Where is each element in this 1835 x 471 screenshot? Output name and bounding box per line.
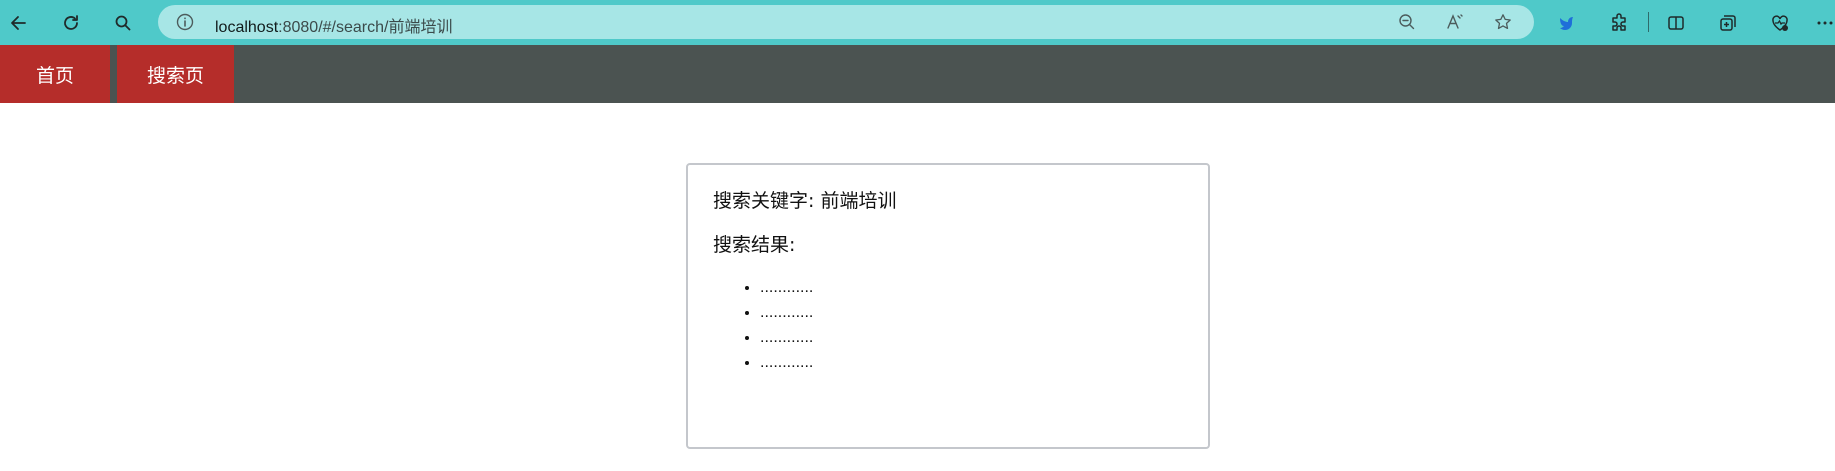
back-icon[interactable] — [2, 6, 36, 40]
search-keyword-text: 搜索关键字: 前端培训 — [713, 190, 897, 212]
browser-toolbar: localhost:8080/#/search/前端培训 — [0, 0, 1835, 45]
extension-bird-icon[interactable] — [1550, 6, 1584, 40]
health-heart-icon[interactable] — [1763, 6, 1797, 40]
extensions-puzzle-icon[interactable] — [1602, 6, 1636, 40]
list-item: ............ — [760, 350, 813, 375]
search-result-card: 搜索关键字: 前端培训 搜索结果: ............ .........… — [686, 163, 1210, 449]
search-icon[interactable] — [106, 6, 140, 40]
search-results-list: ............ ............ ............ .… — [760, 275, 813, 375]
split-screen-icon[interactable] — [1659, 6, 1693, 40]
search-results-heading: 搜索结果: — [713, 234, 796, 256]
nav-search-link[interactable]: 搜索页 — [117, 45, 234, 103]
more-options-icon[interactable] — [1808, 6, 1835, 40]
list-item: ............ — [760, 275, 813, 300]
address-bar[interactable]: localhost:8080/#/search/前端培训 — [158, 5, 1534, 39]
info-icon[interactable] — [176, 13, 194, 31]
read-aloud-icon[interactable] — [1446, 13, 1464, 31]
favorite-star-icon[interactable] — [1494, 13, 1512, 31]
url-text[interactable]: localhost:8080/#/search/前端培训 — [215, 13, 452, 37]
refresh-icon[interactable] — [54, 6, 88, 40]
list-item: ............ — [760, 300, 813, 325]
zoom-out-icon[interactable] — [1398, 13, 1416, 31]
app-navbar: 首页 搜索页 — [0, 45, 1835, 103]
collections-icon[interactable] — [1711, 6, 1745, 40]
toolbar-divider — [1648, 12, 1649, 32]
nav-home-link[interactable]: 首页 — [0, 45, 110, 103]
url-host: localhost — [215, 19, 279, 36]
url-path: :8080/#/search/前端培训 — [278, 19, 453, 36]
list-item: ............ — [760, 325, 813, 350]
